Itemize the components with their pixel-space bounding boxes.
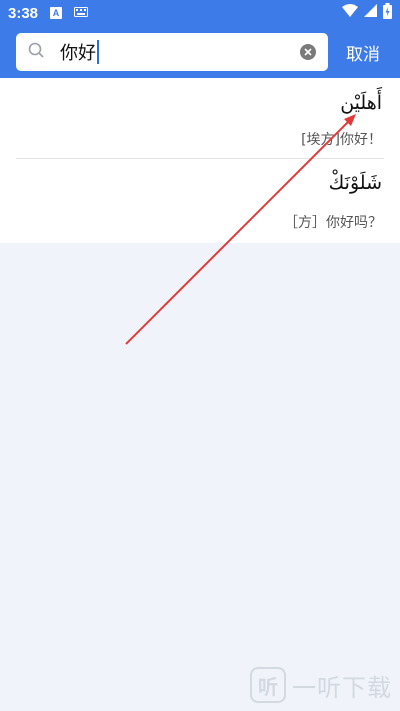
battery-icon bbox=[383, 2, 392, 24]
status-bar: 3:38 A bbox=[0, 0, 400, 26]
text-cursor bbox=[97, 40, 99, 64]
watermark: 听 一听下载 bbox=[250, 667, 392, 703]
cancel-button[interactable]: 取消 bbox=[346, 40, 380, 65]
app-notification-icon: A bbox=[50, 7, 63, 19]
arabic-word: شَلَوْنَكْ bbox=[328, 172, 382, 194]
clear-icon[interactable] bbox=[300, 44, 316, 60]
search-box[interactable]: 你好 bbox=[16, 33, 328, 71]
status-time: 3:38 bbox=[8, 4, 39, 22]
search-bar: 你好 取消 bbox=[0, 26, 400, 78]
wifi-icon bbox=[342, 4, 358, 22]
search-icon bbox=[28, 42, 44, 62]
chinese-meaning: ［方］你好吗？ bbox=[284, 215, 382, 231]
search-input[interactable]: 你好 bbox=[60, 39, 99, 65]
keyboard-icon bbox=[74, 4, 89, 22]
arabic-word: أَهلَيْن bbox=[340, 92, 382, 114]
chinese-meaning: [埃方]你好！ bbox=[301, 132, 382, 148]
search-query-text: 你好 bbox=[60, 43, 96, 64]
results-list: أَهلَيْن [埃方]你好！ شَلَوْنَكْ ［方］你好吗？ bbox=[0, 78, 400, 243]
signal-icon bbox=[364, 4, 377, 22]
watermark-logo: 听 bbox=[250, 667, 286, 703]
watermark-text: 一听下载 bbox=[292, 673, 392, 702]
